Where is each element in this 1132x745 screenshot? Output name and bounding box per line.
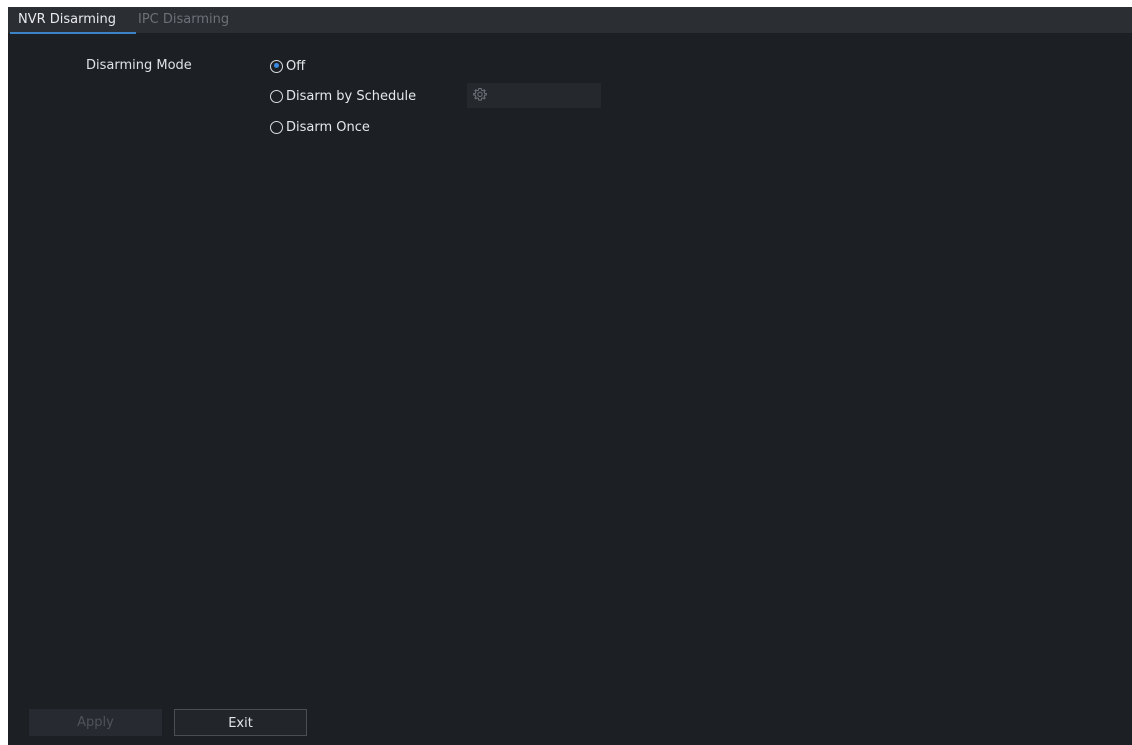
apply-button[interactable]: Apply <box>29 709 162 736</box>
gear-icon[interactable] <box>472 87 488 103</box>
disarming-panel: NVR Disarming IPC Disarming Disarming Mo… <box>8 7 1132 745</box>
schedule-settings-button[interactable] <box>467 83 601 108</box>
exit-button[interactable]: Exit <box>174 709 307 736</box>
radio-schedule-label: Disarm by Schedule <box>286 88 417 104</box>
radio-disarm-by-schedule[interactable]: Disarm by Schedule <box>270 87 416 105</box>
radio-once-label: Disarm Once <box>286 119 370 135</box>
radio-off-label: Off <box>286 58 306 74</box>
radio-off[interactable]: Off <box>270 57 305 75</box>
disarming-mode-label: Disarming Mode <box>86 58 192 73</box>
radio-schedule-indicator[interactable] <box>270 89 283 103</box>
tab-nvr-disarming[interactable]: NVR Disarming <box>10 7 136 34</box>
tab-ipc-disarming[interactable]: IPC Disarming <box>138 7 229 33</box>
radio-off-indicator[interactable] <box>270 59 283 73</box>
radio-once-indicator[interactable] <box>270 120 283 134</box>
radio-disarm-once[interactable]: Disarm Once <box>270 118 370 136</box>
tab-bar: NVR Disarming IPC Disarming <box>8 7 1132 34</box>
